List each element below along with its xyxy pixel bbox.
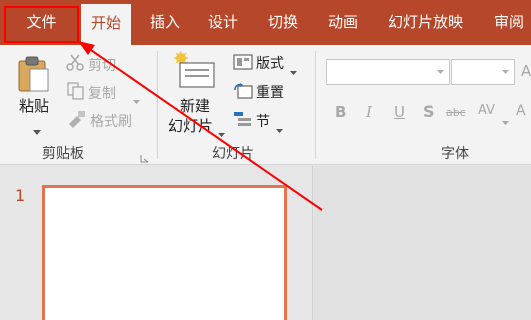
annotation-arrow — [78, 41, 323, 211]
